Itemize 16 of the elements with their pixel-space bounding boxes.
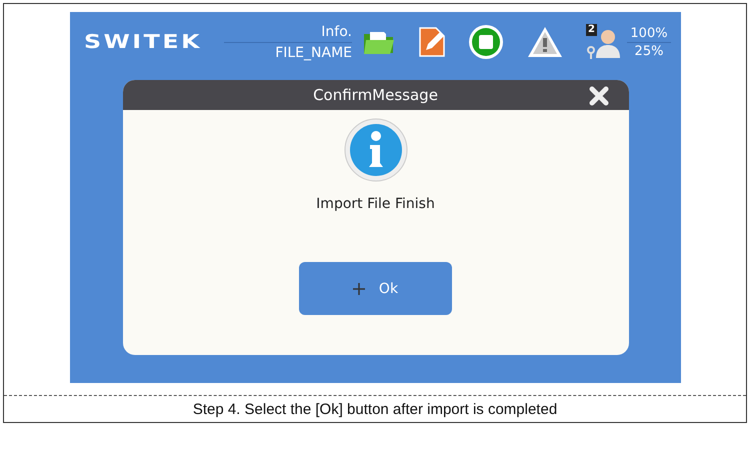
user-badge: 2	[586, 24, 597, 36]
dialog-title: ConfirmMessage	[313, 86, 438, 104]
logo: SWITEK	[84, 31, 203, 53]
warning-icon[interactable]	[526, 25, 564, 59]
edit-icon[interactable]	[418, 26, 446, 58]
step-caption: Step 4. Select the [Ok] button after import is completed	[192, 400, 558, 418]
ratio-top: 100%	[630, 24, 668, 42]
ratio-bottom: 25%	[634, 42, 664, 60]
cursor-icon	[352, 282, 365, 294]
dialog-message: Import File Finish	[316, 196, 435, 212]
ok-button[interactable]: Ok	[299, 262, 452, 315]
stop-icon[interactable]	[468, 24, 504, 60]
file-name: FILE_NAME	[275, 44, 352, 62]
info-label: Info.	[321, 22, 352, 42]
info-icon	[344, 118, 408, 182]
close-icon[interactable]	[588, 86, 608, 106]
